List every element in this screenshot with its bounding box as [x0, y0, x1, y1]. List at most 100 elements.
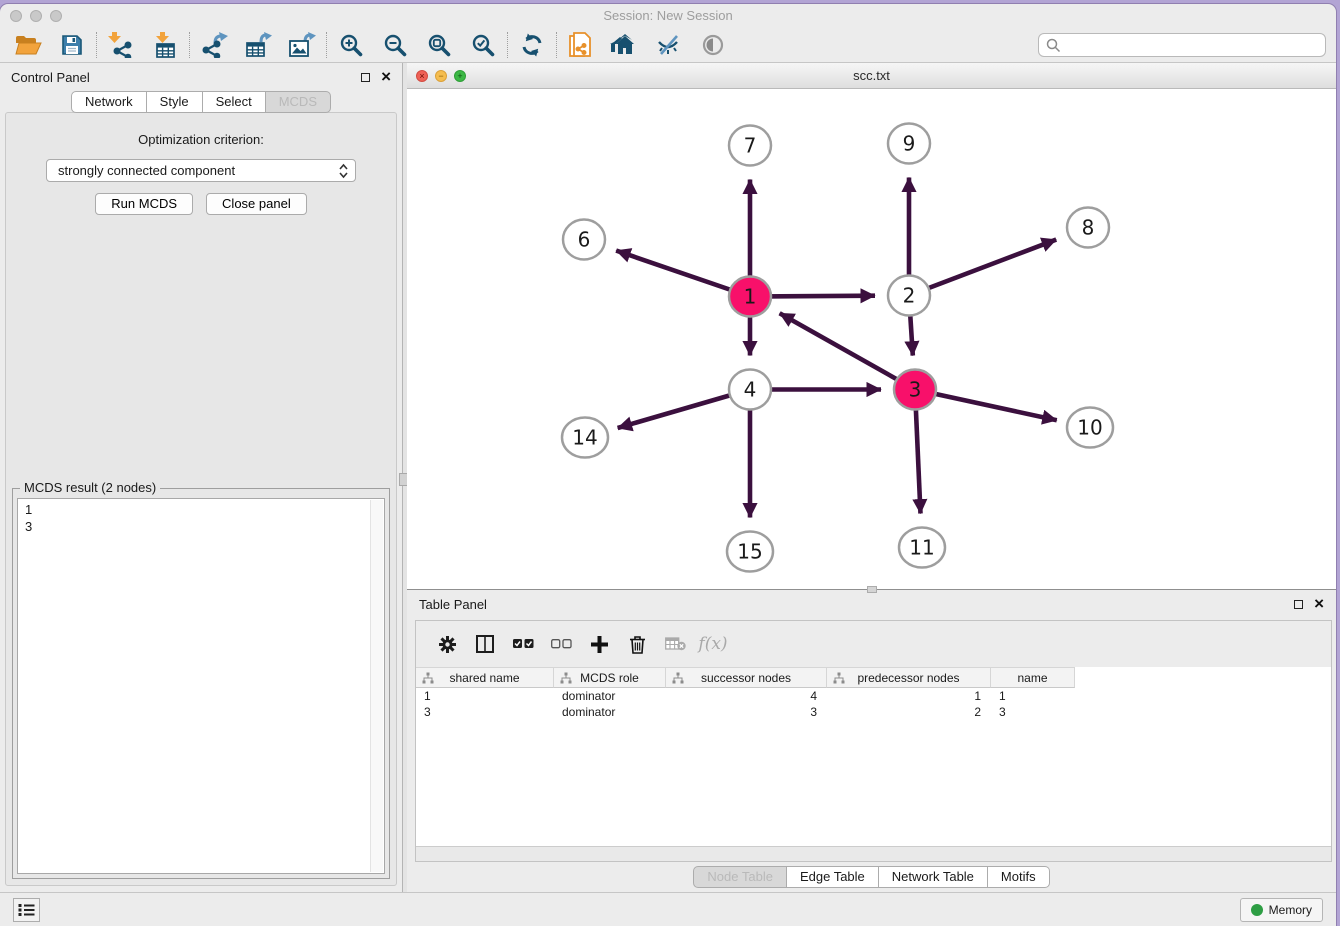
memory-status-icon — [1251, 904, 1263, 916]
network-maximize-icon[interactable]: + — [454, 70, 466, 82]
graph-edge-2-8[interactable] — [909, 240, 1056, 296]
import-network-button[interactable] — [99, 30, 143, 60]
cell-name[interactable]: 3 — [991, 704, 1075, 720]
hide-details-button[interactable] — [647, 30, 691, 60]
column-header-name[interactable]: name — [991, 667, 1075, 688]
column-header-shared-name[interactable]: shared name — [416, 667, 554, 688]
network-minimize-icon[interactable]: − — [435, 70, 447, 82]
task-history-button[interactable] — [13, 898, 40, 922]
graph-node-label-3: 3 — [909, 378, 922, 402]
export-table-button[interactable] — [236, 30, 280, 60]
split-panel-button[interactable] — [466, 629, 504, 659]
open-file-button[interactable] — [6, 30, 50, 60]
graph-node-label-6: 6 — [578, 228, 591, 252]
cell-mcds-role[interactable]: dominator — [554, 688, 666, 704]
import-table-icon — [152, 32, 178, 58]
open-folder-icon — [15, 34, 42, 56]
graph-edge-3-1[interactable] — [780, 313, 915, 389]
table-row[interactable]: 3 dominator 3 2 3 — [416, 704, 1331, 720]
search-box[interactable] — [1038, 33, 1326, 57]
minimize-window-icon[interactable] — [30, 10, 42, 22]
network-window-title: scc.txt — [853, 68, 890, 83]
refresh-view-button[interactable] — [510, 30, 554, 60]
save-floppy-icon — [61, 34, 83, 56]
close-panel-button[interactable]: Close panel — [206, 193, 307, 215]
list-icon — [18, 903, 35, 917]
import-table-button[interactable] — [143, 30, 187, 60]
tab-style[interactable]: Style — [147, 91, 203, 113]
export-image-button[interactable] — [280, 30, 324, 60]
cell-successor-nodes[interactable]: 4 — [666, 688, 827, 704]
mcds-result-area[interactable]: 1 3 — [17, 498, 385, 874]
graph-node-label-14: 14 — [572, 426, 597, 450]
zoom-selected-button[interactable] — [461, 30, 505, 60]
network-graph[interactable]: 1234678910111415 — [407, 89, 1336, 589]
mcds-panel: Optimization criterion: strongly connect… — [5, 112, 397, 886]
tab-select[interactable]: Select — [203, 91, 266, 113]
close-table-panel-icon[interactable]: × — [1314, 597, 1324, 611]
status-bar: Memory — [0, 892, 1336, 926]
zoom-fit-icon — [428, 34, 451, 57]
search-icon — [1046, 38, 1061, 53]
save-session-button[interactable] — [50, 30, 94, 60]
maximize-window-icon[interactable] — [50, 10, 62, 22]
tab-network[interactable]: Network — [71, 91, 147, 113]
column-header-mcds-role[interactable]: MCDS role — [554, 667, 666, 688]
export-network-button[interactable] — [192, 30, 236, 60]
run-mcds-button[interactable]: Run MCDS — [95, 193, 193, 215]
network-resize-grip[interactable] — [867, 586, 877, 593]
cell-predecessor-nodes[interactable]: 1 — [827, 688, 991, 704]
zoom-out-button[interactable] — [373, 30, 417, 60]
table-horizontal-scrollbar[interactable] — [416, 846, 1331, 861]
criterion-select[interactable]: strongly connected component — [46, 159, 356, 182]
toolbar-separator — [189, 32, 190, 58]
table-row[interactable]: 1 dominator 4 1 1 — [416, 688, 1331, 704]
app-window: Session: New Session — [0, 4, 1336, 926]
tab-edge-table[interactable]: Edge Table — [787, 866, 879, 888]
houses-icon — [610, 34, 640, 56]
network-canvas[interactable]: 1234678910111415 — [407, 89, 1336, 589]
trash-icon — [629, 635, 646, 654]
tab-motifs[interactable]: Motifs — [988, 866, 1050, 888]
deselect-all-button[interactable] — [542, 629, 580, 659]
network-close-icon[interactable]: × — [416, 70, 428, 82]
cell-mcds-role[interactable]: dominator — [554, 704, 666, 720]
table-settings-button[interactable] — [428, 629, 466, 659]
delete-table-icon — [665, 637, 686, 651]
eye-icon — [702, 34, 724, 56]
tab-network-table[interactable]: Network Table — [879, 866, 988, 888]
search-input[interactable] — [1061, 35, 1325, 55]
close-window-icon[interactable] — [10, 10, 22, 22]
birds-eye-view-button[interactable] — [691, 30, 735, 60]
add-column-button[interactable] — [580, 629, 618, 659]
home-views-button[interactable] — [603, 30, 647, 60]
delete-table-button[interactable] — [656, 629, 694, 659]
column-header-successor-nodes[interactable]: successor nodes — [666, 667, 827, 688]
float-panel-icon[interactable] — [361, 73, 370, 82]
select-all-button[interactable] — [504, 629, 542, 659]
toolbar-separator — [507, 32, 508, 58]
delete-column-button[interactable] — [618, 629, 656, 659]
graph-node-label-8: 8 — [1082, 216, 1095, 240]
close-panel-icon[interactable]: × — [381, 70, 391, 84]
zoom-fit-button[interactable] — [417, 30, 461, 60]
cell-predecessor-nodes[interactable]: 2 — [827, 704, 991, 720]
cell-name[interactable]: 1 — [991, 688, 1075, 704]
zoom-in-button[interactable] — [329, 30, 373, 60]
network-window-titlebar[interactable]: × − + scc.txt — [407, 63, 1336, 89]
tab-node-table[interactable]: Node Table — [693, 866, 787, 888]
cell-successor-nodes[interactable]: 3 — [666, 704, 827, 720]
clone-network-button[interactable] — [559, 30, 603, 60]
export-table-icon — [245, 32, 272, 58]
toolbar-separator — [326, 32, 327, 58]
cell-shared-name[interactable]: 1 — [416, 688, 554, 704]
column-header-predecessor-nodes[interactable]: predecessor nodes — [827, 667, 991, 688]
table-panel: Table Panel × — [407, 590, 1336, 892]
function-builder-button[interactable]: f(x) — [694, 629, 732, 659]
cell-shared-name[interactable]: 3 — [416, 704, 554, 720]
memory-button[interactable]: Memory — [1240, 898, 1323, 922]
result-scrollbar[interactable] — [370, 500, 383, 872]
toolbar-separator — [96, 32, 97, 58]
tab-mcds[interactable]: MCDS — [266, 91, 331, 113]
float-table-panel-icon[interactable] — [1294, 600, 1303, 609]
